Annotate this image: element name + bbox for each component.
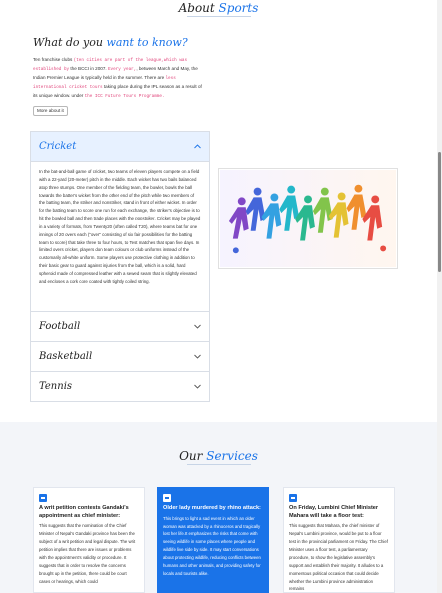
services-title: Our Services — [0, 449, 437, 463]
accordion-body-cricket: In the bat-and-ball game of cricket, two… — [31, 161, 209, 311]
service-card-featured[interactable]: Older lady murdered by rhino attack: Thi… — [157, 487, 269, 593]
intro-text-2: the BCCI in 2007. — [70, 66, 107, 72]
accordion-header-tennis[interactable]: Tennis — [31, 372, 209, 401]
intro-heading-accent: want to know? — [106, 36, 188, 49]
about-title: About Sports — [0, 1, 437, 15]
chevron-down-icon — [193, 383, 201, 391]
accordion-label-basketball: Basketball — [39, 351, 93, 362]
service-icon — [289, 494, 297, 502]
accordion-label-cricket: Cricket — [39, 141, 77, 152]
service-card-body: This brings to light a sad event in whic… — [163, 515, 261, 576]
cricket-text-2: . Cricket may be played in a variety of … — [39, 216, 201, 284]
page: About Sports What do you want to know? T… — [0, 0, 437, 593]
about-title-accent: Sports — [218, 1, 259, 15]
accordion-item-cricket: Cricket In the bat-and-ball game of cric… — [30, 131, 210, 312]
accordion-header-basketball[interactable]: Basketball — [31, 342, 209, 371]
more-about-button[interactable]: More about it — [33, 106, 68, 116]
intro-text-1: Ten franchise clubs — [33, 57, 73, 62]
about-title-plain: About — [178, 1, 215, 15]
scrollbar-thumb[interactable] — [438, 152, 441, 272]
services-title-accent: Services — [206, 449, 258, 463]
intro-heading-plain: What do you — [33, 36, 103, 49]
about-section-header: About Sports — [0, 1, 437, 17]
service-card-body: This suggests that the nomination of the… — [39, 523, 136, 584]
accordion-header-football[interactable]: Football — [31, 312, 209, 341]
service-card-title: A writ petition contests Gandaki's appoi… — [39, 505, 129, 519]
services-title-underline — [186, 464, 251, 465]
service-card[interactable]: On Friday, Lumbini Chief Minister Mahara… — [283, 487, 395, 593]
intro-highlight-4: the ICC Future Tours Programme. — [84, 94, 165, 100]
service-icon — [163, 494, 171, 502]
service-card-title: Older lady murdered by rhino attack: — [163, 505, 261, 511]
intro-highlight-2: Every year, — [107, 67, 137, 73]
service-icon — [39, 494, 47, 502]
services-title-plain: Our — [179, 449, 203, 463]
sports-illustration — [218, 168, 398, 269]
service-card-body: This suggests that Mahara, the chief min… — [289, 523, 388, 592]
sports-accordion: Cricket In the bat-and-ball game of cric… — [30, 131, 210, 402]
accordion-label-football: Football — [39, 321, 81, 332]
about-title-underline — [186, 16, 251, 17]
accordion-item-basketball: Basketball — [30, 341, 210, 372]
cricket-text-1: In the bat-and-ball game of cricket, two… — [39, 169, 200, 222]
chevron-down-icon — [193, 353, 201, 361]
service-card[interactable]: A writ petition contests Gandaki's appoi… — [33, 487, 145, 593]
intro-paragraph: Ten franchise clubs (ten cities are part… — [33, 56, 205, 101]
services-section-header: Our Services — [0, 449, 437, 465]
cricket-text-emphasis: nonstriker — [135, 216, 155, 222]
accordion-item-football: Football — [30, 311, 210, 342]
intro-heading: What do you want to know? — [33, 36, 188, 49]
accordion-header-cricket[interactable]: Cricket — [31, 132, 209, 161]
chevron-down-icon — [193, 323, 201, 331]
accordion-label-tennis: Tennis — [39, 381, 73, 392]
service-card-title: On Friday, Lumbini Chief Minister Mahara… — [289, 505, 379, 519]
chevron-up-icon — [193, 143, 201, 151]
accordion-item-tennis: Tennis — [30, 371, 210, 402]
page-scrollbar[interactable] — [437, 0, 442, 593]
